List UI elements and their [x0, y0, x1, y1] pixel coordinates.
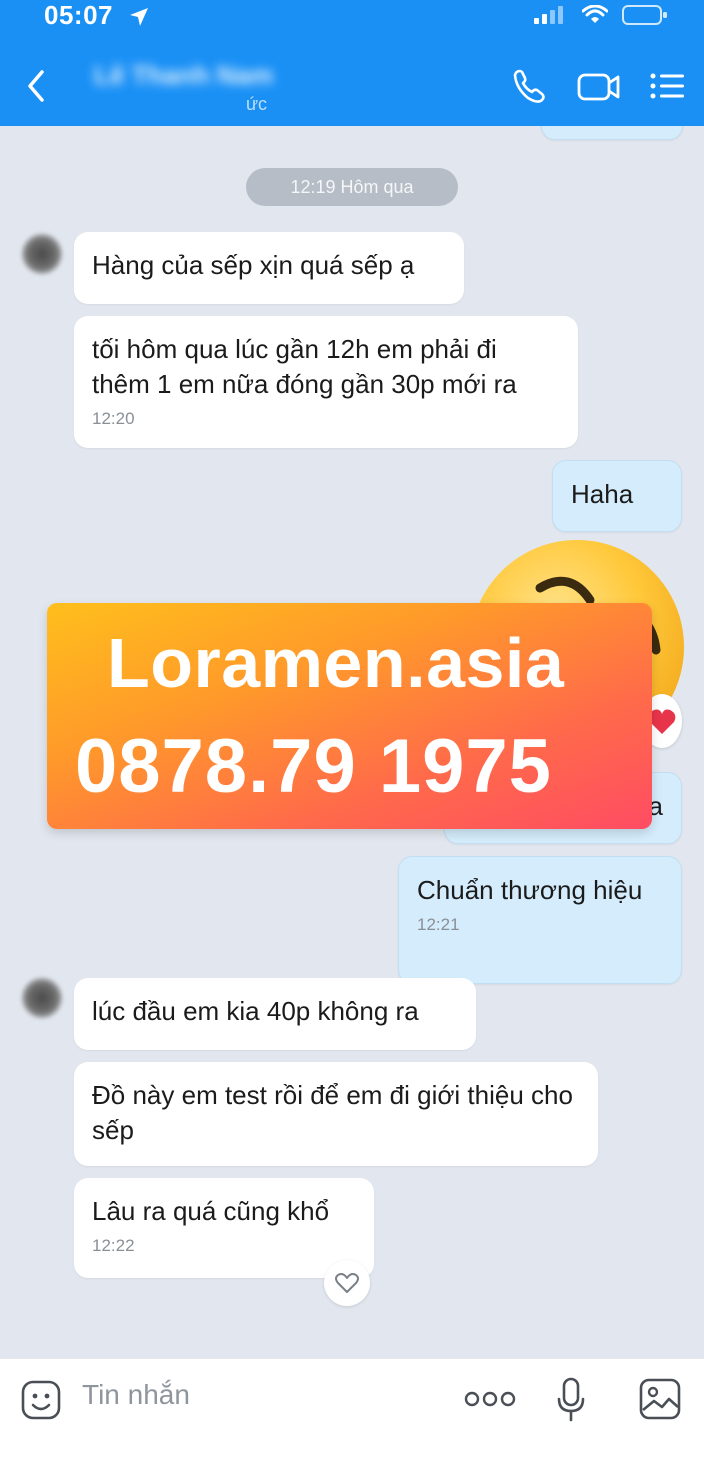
- message-text: Chuẩn thương hiệu: [417, 875, 643, 905]
- status-icons: [534, 4, 668, 26]
- signal-icon: [534, 6, 563, 24]
- menu-icon[interactable]: [648, 66, 686, 106]
- contact-info[interactable]: Lê Thanh Nam ức: [86, 60, 296, 130]
- message-bubble[interactable]: Hàng của sếp xịn quá sếp ạ: [74, 232, 464, 304]
- message-input[interactable]: Tin nhắn: [82, 1379, 190, 1411]
- message-bubble[interactable]: Đồ này em test rồi để em đi giới thiệu c…: [74, 1062, 598, 1166]
- status-time: 05:07: [44, 0, 113, 30]
- ad-phone: 0878.79 1975: [75, 724, 552, 809]
- message-bubble[interactable]: lúc đầu em kia 40p không ra: [74, 978, 476, 1050]
- react-heart-button[interactable]: [324, 1260, 370, 1306]
- emoji-icon[interactable]: [20, 1379, 62, 1421]
- microphone-icon[interactable]: [556, 1377, 586, 1423]
- previous-message-bubble[interactable]: [541, 126, 683, 140]
- header-actions: [510, 66, 686, 106]
- message-text: Haha: [571, 479, 634, 509]
- my-message-bubble[interactable]: Haha: [552, 460, 682, 532]
- more-icon[interactable]: [464, 1389, 516, 1409]
- message-bubble[interactable]: tối hôm qua lúc gần 12h em phải đi thêm …: [74, 316, 578, 448]
- message-text: Lâu ra quá cũng khổ: [92, 1196, 330, 1226]
- contact-status: ức: [246, 94, 268, 114]
- message-time: 12:21: [417, 915, 460, 934]
- avatar[interactable]: [22, 234, 62, 274]
- location-arrow-icon: [130, 8, 148, 26]
- back-icon[interactable]: [22, 66, 52, 106]
- message-bubble[interactable]: Lâu ra quá cũng khổ 12:22: [74, 1178, 374, 1278]
- message-time: 12:20: [92, 409, 135, 428]
- ad-title: Loramen.asia: [107, 624, 565, 702]
- date-separator: 12:19 Hôm qua: [246, 168, 458, 206]
- message-time: 12:22: [92, 1236, 135, 1255]
- phone-icon[interactable]: [510, 66, 550, 106]
- message-input-bar: Tin nhắn: [0, 1358, 704, 1473]
- ad-banner: Loramen.asia 0878.79 1975: [47, 603, 652, 829]
- wifi-icon: [582, 5, 608, 23]
- image-icon[interactable]: [638, 1377, 682, 1421]
- video-call-icon[interactable]: [576, 66, 622, 106]
- my-message-bubble[interactable]: Chuẩn thương hiệu 12:21: [398, 856, 682, 984]
- chat-header: 05:07 Lê Thanh Nam ức: [0, 0, 704, 126]
- contact-name: Lê Thanh Nam: [94, 60, 274, 90]
- message-text: tối hôm qua lúc gần 12h em phải đi thêm …: [92, 334, 517, 399]
- message-text: lúc đầu em kia 40p không ra: [92, 996, 419, 1026]
- message-text: Đồ này em test rồi để em đi giới thiệu c…: [92, 1080, 573, 1145]
- avatar[interactable]: [22, 978, 62, 1018]
- battery-icon: [622, 5, 667, 25]
- heart-outline-icon: [335, 1273, 359, 1293]
- message-text: Hàng của sếp xịn quá sếp ạ: [92, 250, 415, 280]
